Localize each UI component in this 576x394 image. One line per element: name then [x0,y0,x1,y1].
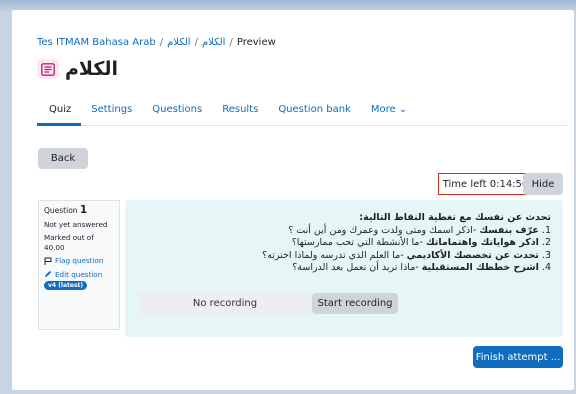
tab-quiz[interactable]: Quiz [37,100,82,126]
item-detail: -اذكر اسمك ومتى ولدت وعمرك ومن أين أنت ؟ [288,224,480,236]
item-heading: عرّف بنفسك [479,224,539,236]
question-item: 3. تحدث عن تخصصك الأكاديمي -ما العلم الذ… [151,250,551,263]
tab-more[interactable]: More ⌄ [361,100,417,126]
item-heading: اذكر هواياتك واهتماماتك [425,237,539,248]
question-info-panel: Question 1 Not yet answered Marked out o… [38,200,120,330]
pencil-icon [45,271,52,278]
edit-question-label: Edit question [55,269,103,279]
assignment-icon [37,59,59,79]
question-status: Not yet answered [44,219,108,229]
breadcrumb-course-link[interactable]: Tes ITMAM Bahasa Arab [37,37,156,48]
question-number-value: 1 [79,204,88,216]
page-title: الكلام [65,58,119,80]
item-detail: -ما العلم الذي تدرسه ولماذا اخترته؟ [262,249,407,261]
question-text: تحدث عن نفسك مع تغطية النقاط التالية: 1.… [151,212,551,275]
breadcrumb-quiz-link[interactable]: الكلام [202,37,226,48]
item-number: 2. [541,237,551,248]
hide-timer-button[interactable]: Hide [523,173,563,195]
tab-questions[interactable]: Questions [142,100,212,126]
question-item: 2. اذكر هواياتك واهتماماتك -ما الأنشطة ا… [151,237,551,250]
version-badge: v4 (latest) [44,281,88,290]
breadcrumb-separator: / [159,37,164,48]
breadcrumb-separator: / [194,37,198,48]
back-button[interactable]: Back [38,148,88,169]
question-number: Question 1 [44,204,114,216]
tab-results[interactable]: Results [212,100,268,126]
question-intro: تحدث عن نفسك مع تغطية النقاط التالية: [359,212,551,223]
edit-question-link[interactable]: Edit question [44,270,114,280]
flag-question-label: Flag question [55,256,104,265]
breadcrumb-section-link[interactable]: الكلام [167,37,191,48]
tab-question-bank[interactable]: Question bank [268,100,361,126]
question-label: Question [44,206,78,215]
tab-settings[interactable]: Settings [81,100,142,126]
item-detail: -ماذا تريد أن تعمل بعد الدراسة؟ [292,262,422,273]
recording-status: No recording [138,293,312,314]
question-item: 4. اشرح خططك المستقبلية -ماذا تريد أن تع… [151,262,551,275]
quiz-timer: Time left 0:14:56 [438,173,533,195]
question-content: تحدث عن نفسك مع تغطية النقاط التالية: 1.… [125,200,563,337]
breadcrumb: Tes ITMAM Bahasa Arab / الكلام / الكلام … [37,37,276,48]
item-detail: -ما الأنشطة التي تحب ممارستها؟ [291,237,426,248]
secondary-navigation: Quiz Settings Questions Results Question… [37,100,567,126]
start-recording-button[interactable]: Start recording [312,293,398,314]
item-number: 3. [541,249,551,261]
page-header: الكلام [37,58,118,80]
item-heading: اشرح خططك المستقبلية [421,262,539,273]
page-content: Tes ITMAM Bahasa Arab / الكلام / الكلام … [12,10,574,390]
flag-icon [44,257,52,265]
breadcrumb-separator: / [229,37,233,48]
question-grade: Marked out of 40.00 [44,233,94,252]
item-number: 1. [541,224,551,236]
flag-question-link[interactable]: Flag question [44,256,114,266]
question-item: 1. عرّف بنفسك -اذكر اسمك ومتى ولدت وعمرك… [151,225,551,238]
finish-attempt-button[interactable]: Finish attempt ... [473,346,563,368]
item-heading: تحدث عن تخصصك الأكاديمي [406,249,539,261]
item-number: 4. [541,262,551,273]
breadcrumb-current: Preview [236,37,276,48]
